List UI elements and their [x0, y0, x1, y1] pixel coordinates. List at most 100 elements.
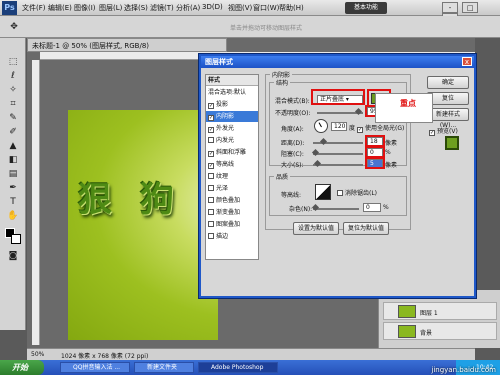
- hand-tool-icon[interactable]: ✋: [5, 210, 21, 222]
- choke-label: 阻塞(C):: [281, 151, 304, 158]
- style-item[interactable]: 图案叠加: [206, 219, 258, 230]
- style-item[interactable]: ✓ 等高线: [206, 159, 258, 170]
- angle-label: 角度(A):: [281, 126, 304, 133]
- new-style-button[interactable]: 新建样式(W)...: [427, 108, 469, 129]
- antialias-checkbox[interactable]: 消除锯齿(L): [337, 188, 377, 197]
- document-tab[interactable]: 未标题-1 @ 50% (图层样式, RGB/8): [27, 38, 227, 52]
- style-checkbox[interactable]: ✓: [208, 163, 214, 169]
- background-color-swatch[interactable]: [11, 234, 21, 244]
- gradient-tool-icon[interactable]: ▤: [5, 168, 21, 180]
- brush-tool-icon[interactable]: ✐: [5, 126, 21, 138]
- distance-label: 距离(D):: [281, 140, 305, 147]
- menu-select[interactable]: 选择(S): [124, 3, 148, 13]
- options-bar: ✥ 单击并拖动可移动图层样式: [0, 16, 500, 38]
- menu-filter[interactable]: 滤镜(T): [150, 3, 174, 13]
- preview-label: 预览(V): [437, 128, 458, 135]
- layer-name: 图层 1: [420, 310, 438, 317]
- style-item[interactable]: 光泽: [206, 183, 258, 194]
- style-checkbox[interactable]: [208, 173, 214, 179]
- styles-header[interactable]: 样式: [206, 75, 258, 86]
- reset-default-button[interactable]: 复位为默认值: [343, 222, 389, 235]
- menu-image[interactable]: 图像(I): [74, 3, 96, 13]
- close-icon[interactable]: x: [462, 57, 472, 66]
- crop-tool-icon[interactable]: ⌗: [5, 98, 21, 110]
- style-checkbox[interactable]: ✓: [208, 115, 214, 121]
- style-item-label: 纹理: [216, 173, 229, 180]
- eyedropper-icon[interactable]: ✎: [5, 112, 21, 124]
- style-checkbox[interactable]: [208, 185, 214, 191]
- menu-help[interactable]: 帮助(H): [279, 3, 304, 13]
- distance-slider[interactable]: [313, 137, 363, 146]
- make-default-button[interactable]: 设置为默认值: [293, 222, 339, 235]
- taskbar-item[interactable]: 新建文件夹: [134, 362, 194, 373]
- start-button[interactable]: 开始: [0, 360, 44, 375]
- noise-slider[interactable]: [311, 203, 359, 212]
- antialias-label: 消除锯齿(L): [345, 190, 378, 197]
- reset-button[interactable]: 复位: [427, 92, 469, 105]
- angle-dial[interactable]: [314, 119, 328, 133]
- watermark: jingyan.baidu.com: [431, 366, 496, 374]
- menu-window[interactable]: 窗口(W): [253, 3, 279, 13]
- quality-title: 品质: [274, 172, 291, 181]
- style-item[interactable]: 内发光: [206, 135, 258, 146]
- style-checkbox[interactable]: [208, 197, 214, 203]
- menu-3d[interactable]: 3D(D): [202, 3, 223, 11]
- marquee-tool-icon[interactable]: ⬚: [5, 56, 21, 68]
- choke-slider[interactable]: [311, 148, 363, 157]
- pen-tool-icon[interactable]: ✒: [5, 182, 21, 194]
- style-checkbox[interactable]: [208, 137, 214, 143]
- style-checkbox[interactable]: ✓: [208, 151, 214, 157]
- menu-layer[interactable]: 图层(L): [99, 3, 122, 13]
- style-item[interactable]: 渐变叠加: [206, 207, 258, 218]
- menu-edit[interactable]: 编辑(E): [48, 3, 72, 13]
- stamp-tool-icon[interactable]: ▲: [5, 140, 21, 152]
- angle-input[interactable]: 120: [331, 122, 347, 131]
- layer-row[interactable]: 背景: [383, 322, 497, 340]
- style-item[interactable]: ✓ 投影: [206, 99, 258, 110]
- size-slider[interactable]: [313, 159, 363, 168]
- percent-unit: %: [383, 204, 389, 211]
- style-item[interactable]: 纹理: [206, 171, 258, 182]
- style-item[interactable]: 颜色叠加: [206, 195, 258, 206]
- layer-row[interactable]: 图层 1: [383, 302, 497, 320]
- maximize-icon[interactable]: □: [462, 2, 479, 13]
- vertical-ruler: [32, 60, 40, 345]
- lasso-tool-icon[interactable]: ℓ: [5, 70, 21, 82]
- noise-input[interactable]: 0: [363, 203, 381, 212]
- minimize-icon[interactable]: -: [442, 2, 458, 13]
- taskbar-item[interactable]: QQ拼音输入法 ...: [60, 362, 130, 373]
- ok-button[interactable]: 确定: [427, 76, 469, 89]
- style-item[interactable]: ✓ 内阴影: [206, 111, 258, 122]
- menu-analysis[interactable]: 分析(A): [176, 3, 200, 13]
- style-item[interactable]: 描边: [206, 231, 258, 242]
- style-checkbox[interactable]: [208, 233, 214, 239]
- global-light-checkbox[interactable]: ✓ 使用全局光(G): [357, 123, 404, 133]
- taskbar-item[interactable]: Adobe Photoshop: [198, 362, 278, 373]
- preview-checkbox[interactable]: ✓ 预览(V): [429, 126, 458, 136]
- highlight-box-blend-mode: [311, 89, 365, 105]
- canvas[interactable]: 狠 狗: [68, 110, 218, 340]
- type-tool-icon[interactable]: T: [5, 196, 21, 208]
- style-item[interactable]: ✓ 斜面和浮雕: [206, 147, 258, 158]
- layer-thumbnail: [398, 325, 416, 338]
- zoom-level[interactable]: 50%: [31, 351, 44, 358]
- move-tool-icon[interactable]: ✥: [6, 21, 22, 33]
- eraser-tool-icon[interactable]: ◧: [5, 154, 21, 166]
- blend-options-item[interactable]: 混合选项:默认: [206, 87, 258, 98]
- layer-thumbnail: [398, 305, 416, 318]
- style-checkbox[interactable]: ✓: [208, 103, 214, 109]
- menu-bar: Ps 文件(F) 编辑(E) 图像(I) 图层(L) 选择(S) 滤镜(T) 分…: [0, 0, 500, 24]
- contour-label: 等高线:: [281, 192, 302, 199]
- menu-file[interactable]: 文件(F): [22, 3, 46, 13]
- style-item[interactable]: ✓ 外发光: [206, 123, 258, 134]
- magic-wand-icon[interactable]: ✧: [5, 84, 21, 96]
- style-checkbox[interactable]: [208, 209, 214, 215]
- workspace-button[interactable]: 基本功能: [345, 2, 387, 14]
- style-item-label: 外发光: [216, 125, 235, 132]
- opacity-slider[interactable]: [317, 107, 363, 116]
- style-checkbox[interactable]: [208, 221, 214, 227]
- style-checkbox[interactable]: ✓: [208, 127, 214, 133]
- contour-picker[interactable]: [315, 184, 331, 200]
- menu-view[interactable]: 视图(V): [228, 3, 252, 13]
- quick-mask-icon[interactable]: ◙: [5, 250, 21, 262]
